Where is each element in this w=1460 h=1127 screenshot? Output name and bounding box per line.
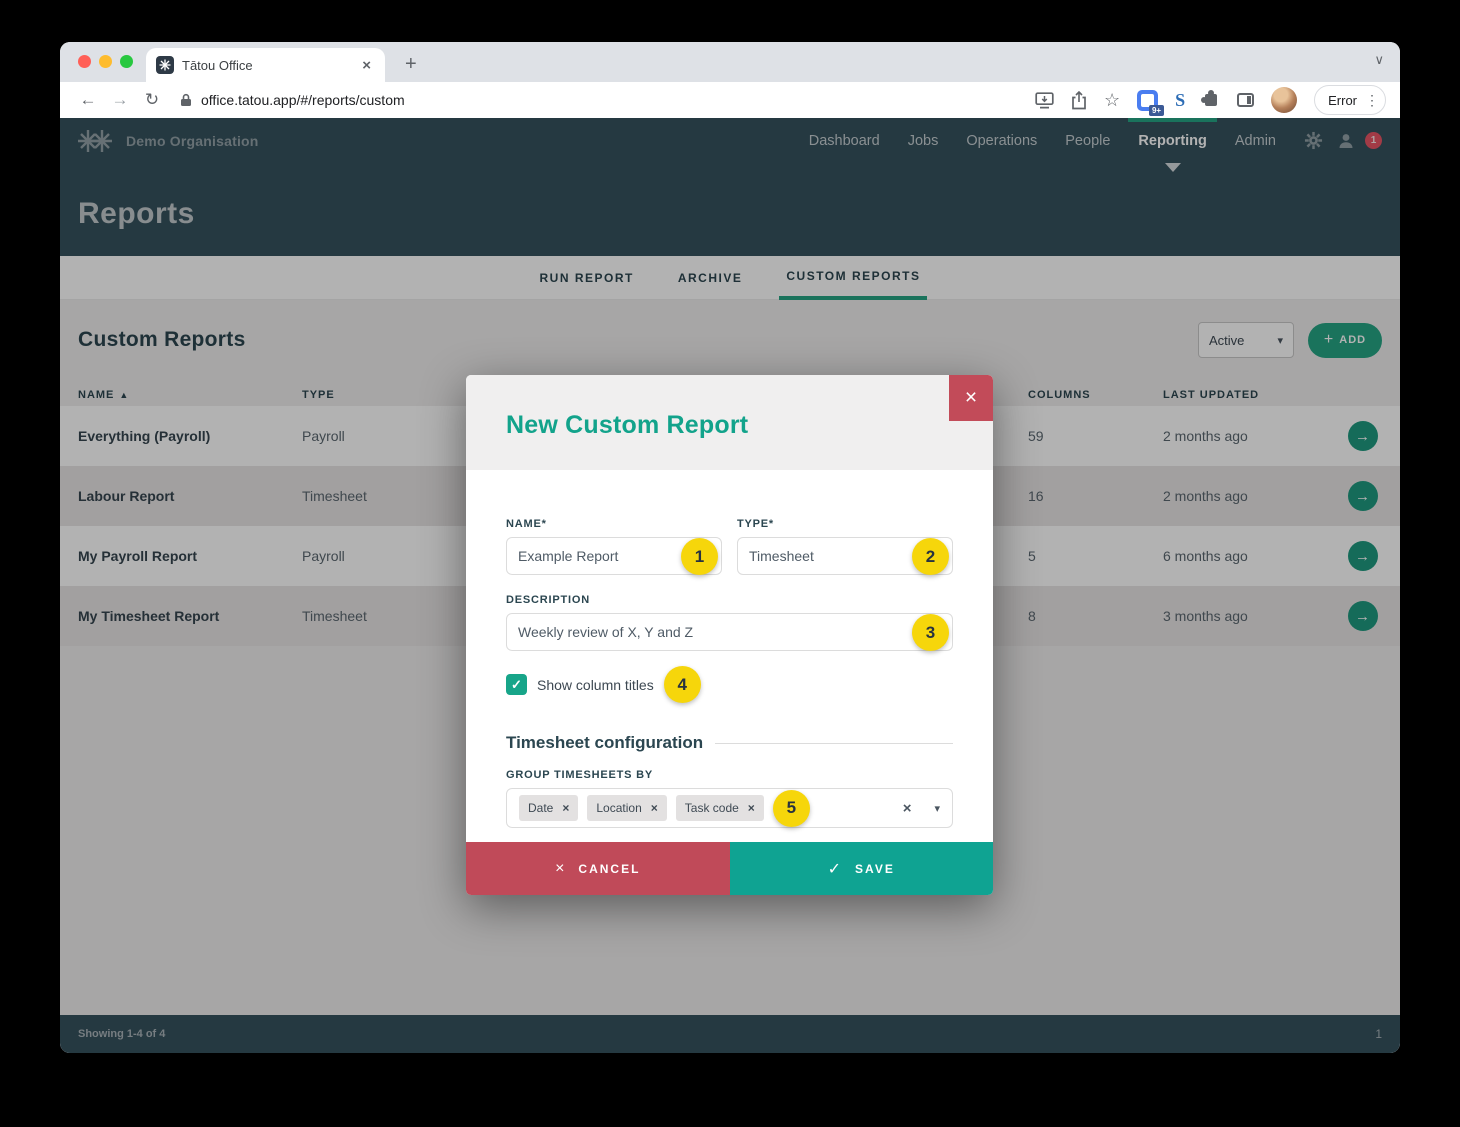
browser-window: Tātou Office × + ∨ ← → ↻ office.tatou.ap… xyxy=(60,42,1400,1053)
forward-icon[interactable]: → xyxy=(106,86,134,114)
name-input[interactable]: Example Report 1 xyxy=(506,537,722,575)
extension-coupon-icon[interactable]: 9+ xyxy=(1137,90,1158,111)
app-viewport: Demo Organisation Dashboard Jobs Operati… xyxy=(60,118,1400,1053)
chip-location[interactable]: Location × xyxy=(587,795,666,821)
type-select[interactable]: Timesheet 2 xyxy=(737,537,953,575)
clear-selection-icon[interactable]: × xyxy=(903,800,912,817)
side-panel-icon[interactable] xyxy=(1237,93,1254,107)
close-window-button[interactable] xyxy=(78,55,91,68)
annotation-badge-4: 4 xyxy=(664,666,701,703)
modal-title: New Custom Report xyxy=(506,411,748,440)
annotation-badge-1: 1 xyxy=(681,538,718,575)
window-controls xyxy=(78,55,133,68)
chip-date[interactable]: Date × xyxy=(519,795,578,821)
extension-badge: 9+ xyxy=(1149,105,1164,116)
timesheet-config-title: Timesheet configuration xyxy=(506,733,703,753)
modal-header: New Custom Report × xyxy=(466,375,993,470)
group-timesheets-label: GROUP TIMESHEETS BY xyxy=(506,769,953,781)
close-icon: × xyxy=(965,386,977,410)
chip-label: Date xyxy=(528,801,553,815)
tab-search-chevron-icon[interactable]: ∨ xyxy=(1374,52,1384,68)
profile-avatar[interactable] xyxy=(1271,87,1297,113)
save-check-icon: ✓ xyxy=(828,859,843,879)
back-icon[interactable]: ← xyxy=(74,86,102,114)
cancel-button[interactable]: × CANCEL xyxy=(466,842,730,895)
group-timesheets-multiselect[interactable]: Date × Location × Task code × 5 xyxy=(506,788,953,828)
description-field-label: DESCRIPTION xyxy=(506,594,953,606)
chip-remove-icon[interactable]: × xyxy=(748,801,755,815)
url-text: office.tatou.app/#/reports/custom xyxy=(201,92,405,108)
cancel-label: CANCEL xyxy=(578,862,640,876)
new-custom-report-modal: New Custom Report × NAME* Example Report… xyxy=(466,375,993,895)
modal-body: NAME* Example Report 1 TYPE* Timesheet 2 xyxy=(466,518,993,828)
check-icon: ✓ xyxy=(511,677,522,693)
modal-footer: × CANCEL ✓ SAVE xyxy=(466,842,993,895)
bookmark-star-icon[interactable]: ☆ xyxy=(1104,90,1120,111)
browser-tab[interactable]: Tātou Office × xyxy=(146,48,385,82)
chip-remove-icon[interactable]: × xyxy=(651,801,658,815)
cancel-x-icon: × xyxy=(555,860,566,878)
chip-task-code[interactable]: Task code × xyxy=(676,795,764,821)
toolbar-right-cluster: ☆ 9+ S Error ⋮ xyxy=(1035,85,1386,115)
zoom-window-button[interactable] xyxy=(120,55,133,68)
lock-icon xyxy=(180,93,192,107)
section-divider xyxy=(715,743,953,744)
extensions-puzzle-icon[interactable] xyxy=(1205,94,1217,106)
save-button[interactable]: ✓ SAVE xyxy=(730,842,994,895)
tab-close-icon[interactable]: × xyxy=(358,57,375,74)
browser-tabstrip: Tātou Office × + ∨ xyxy=(60,42,1400,82)
extension-s-icon[interactable]: S xyxy=(1175,90,1185,111)
chip-label: Location xyxy=(596,801,641,815)
reload-icon[interactable]: ↻ xyxy=(138,86,166,114)
show-column-titles-checkbox[interactable]: ✓ xyxy=(506,674,527,695)
name-value: Example Report xyxy=(518,548,618,564)
annotation-badge-2: 2 xyxy=(912,538,949,575)
screenshot-stage: Tātou Office × + ∨ ← → ↻ office.tatou.ap… xyxy=(0,0,1460,1127)
tab-title: Tātou Office xyxy=(182,58,350,73)
name-field-label: NAME* xyxy=(506,518,722,530)
tab-favicon-icon xyxy=(156,56,174,74)
menu-dots-icon: ⋮ xyxy=(1365,92,1379,109)
description-value: Weekly review of X, Y and Z xyxy=(518,624,693,640)
browser-toolbar: ← → ↻ office.tatou.app/#/reports/custom … xyxy=(60,82,1400,118)
save-label: SAVE xyxy=(855,862,895,876)
address-bar[interactable]: office.tatou.app/#/reports/custom xyxy=(180,92,1031,108)
browser-menu-error-button[interactable]: Error ⋮ xyxy=(1314,85,1386,115)
annotation-badge-3: 3 xyxy=(912,614,949,651)
description-input[interactable]: Weekly review of X, Y and Z 3 xyxy=(506,613,953,651)
type-field-label: TYPE* xyxy=(737,518,953,530)
install-app-icon[interactable] xyxy=(1035,92,1054,109)
checkbox-label: Show column titles xyxy=(537,677,654,693)
modal-close-button[interactable]: × xyxy=(949,375,993,421)
type-value: Timesheet xyxy=(749,548,814,564)
error-label: Error xyxy=(1328,93,1357,108)
chip-label: Task code xyxy=(685,801,739,815)
chip-remove-icon[interactable]: × xyxy=(562,801,569,815)
dropdown-caret-icon[interactable]: ▾ xyxy=(934,802,940,815)
new-tab-button[interactable]: + xyxy=(399,53,423,76)
annotation-badge-5: 5 xyxy=(773,790,810,827)
share-icon[interactable] xyxy=(1071,91,1087,110)
minimize-window-button[interactable] xyxy=(99,55,112,68)
